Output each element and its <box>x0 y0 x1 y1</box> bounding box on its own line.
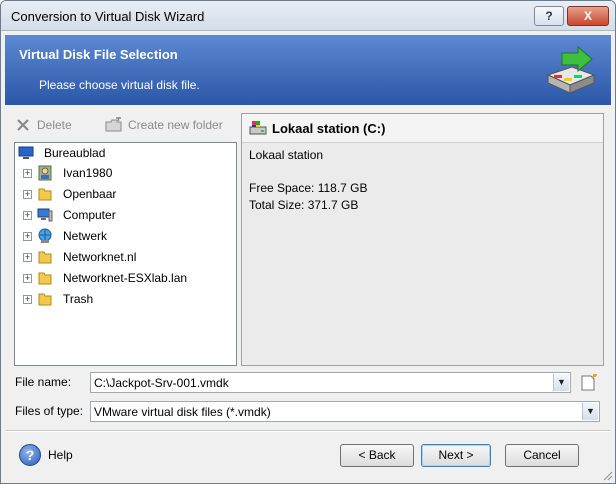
tree-node-label: Computer <box>63 208 116 222</box>
expand-icon[interactable]: + <box>23 253 32 262</box>
desktop-icon <box>18 146 34 159</box>
wizard-window: Conversion to Virtual Disk Wizard ? X Vi… <box>0 0 616 484</box>
folder-icon <box>38 272 52 285</box>
footer-divider <box>5 430 611 432</box>
total-size-text: Total Size: 371.7 GB <box>249 198 359 212</box>
tree-node-root[interactable]: Bureaublad <box>18 143 218 163</box>
tree-node-label: Bureaublad <box>44 146 106 160</box>
detail-panel: Lokaal station (C:) Lokaal station Free … <box>241 113 604 366</box>
free-space-text: Free Space: 118.7 GB <box>249 181 368 195</box>
expand-icon[interactable]: + <box>23 211 32 220</box>
new-file-icon[interactable] <box>579 374 599 392</box>
local-drive-icon <box>249 121 267 135</box>
expand-icon[interactable]: + <box>23 169 32 178</box>
folder-icon <box>38 293 52 306</box>
title-bar[interactable]: Conversion to Virtual Disk Wizard ? X <box>1 1 615 31</box>
folder-icon <box>38 251 52 264</box>
expand-icon[interactable]: + <box>23 190 32 199</box>
file-name-combo[interactable]: C:\Jackpot-Srv-001.vmdk ▼ <box>90 372 571 393</box>
next-button[interactable]: Next > <box>421 444 491 467</box>
tree-node-trash[interactable]: + Trash <box>23 289 223 309</box>
tree-node-label: Networknet-ESXlab.lan <box>63 271 188 285</box>
file-type-value: VMware virtual disk files (*.vmdk) <box>94 405 271 419</box>
tree-node-label: Openbaar <box>63 187 117 201</box>
detail-header: Lokaal station (C:) <box>242 114 603 143</box>
chevron-down-icon[interactable]: ▼ <box>582 403 598 420</box>
new-folder-icon[interactable] <box>105 117 123 133</box>
delete-button[interactable]: Delete <box>37 114 72 136</box>
help-link[interactable]: Help <box>48 448 73 462</box>
expand-icon[interactable]: + <box>23 274 32 283</box>
network-icon <box>38 228 52 243</box>
file-name-input[interactable]: C:\Jackpot-Srv-001.vmdk <box>94 376 229 390</box>
window-title: Conversion to Virtual Disk Wizard <box>11 9 205 24</box>
title-help-button[interactable]: ? <box>534 6 564 26</box>
file-name-label: File name: <box>15 375 72 389</box>
tree-node-label: Ivan1980 <box>63 166 113 180</box>
close-button[interactable]: X <box>567 6 609 26</box>
expand-icon[interactable]: + <box>23 295 32 304</box>
cancel-button[interactable]: Cancel <box>505 444 579 467</box>
folder-icon <box>38 188 52 201</box>
back-button[interactable]: < Back <box>340 444 414 467</box>
header-subtitle: Please choose virtual disk file. <box>39 78 200 92</box>
expand-icon[interactable]: + <box>23 232 32 241</box>
delete-icon[interactable] <box>15 117 31 133</box>
tree-node-networknet-esxlab[interactable]: + Networknet-ESXlab.lan <box>23 268 233 288</box>
drive-description: Lokaal station <box>249 148 324 162</box>
tree-node-openbaar[interactable]: + Openbaar <box>23 184 223 204</box>
wizard-header: Virtual Disk File Selection Please choos… <box>5 35 611 105</box>
file-type-select[interactable]: VMware virtual disk files (*.vmdk) ▼ <box>90 401 600 422</box>
tree-node-netwerk[interactable]: + Netwerk <box>23 226 223 246</box>
user-folder-icon <box>38 165 52 181</box>
help-icon[interactable]: ? <box>19 444 41 466</box>
disk-conversion-icon <box>546 45 596 94</box>
file-toolbar: Delete Create new folder <box>15 114 235 136</box>
create-new-folder-button[interactable]: Create new folder <box>128 114 223 136</box>
tree-node-ivan1980[interactable]: + Ivan1980 <box>23 163 223 183</box>
tree-node-label: Trash <box>63 292 94 306</box>
tree-node-label: Netwerk <box>63 229 108 243</box>
folder-tree[interactable]: Bureaublad + Ivan1980 + Openbaar + Compu… <box>14 142 237 366</box>
header-title: Virtual Disk File Selection <box>19 47 178 62</box>
tree-node-label: Networknet.nl <box>63 250 137 264</box>
resize-grip-icon[interactable] <box>601 469 613 481</box>
tree-node-networknet-nl[interactable]: + Networknet.nl <box>23 247 223 267</box>
chevron-down-icon[interactable]: ▼ <box>553 374 569 391</box>
tree-node-computer[interactable]: + Computer <box>23 205 223 225</box>
drive-title: Lokaal station (C:) <box>272 121 386 136</box>
computer-icon <box>37 208 53 222</box>
file-type-label: Files of type: <box>15 404 84 418</box>
